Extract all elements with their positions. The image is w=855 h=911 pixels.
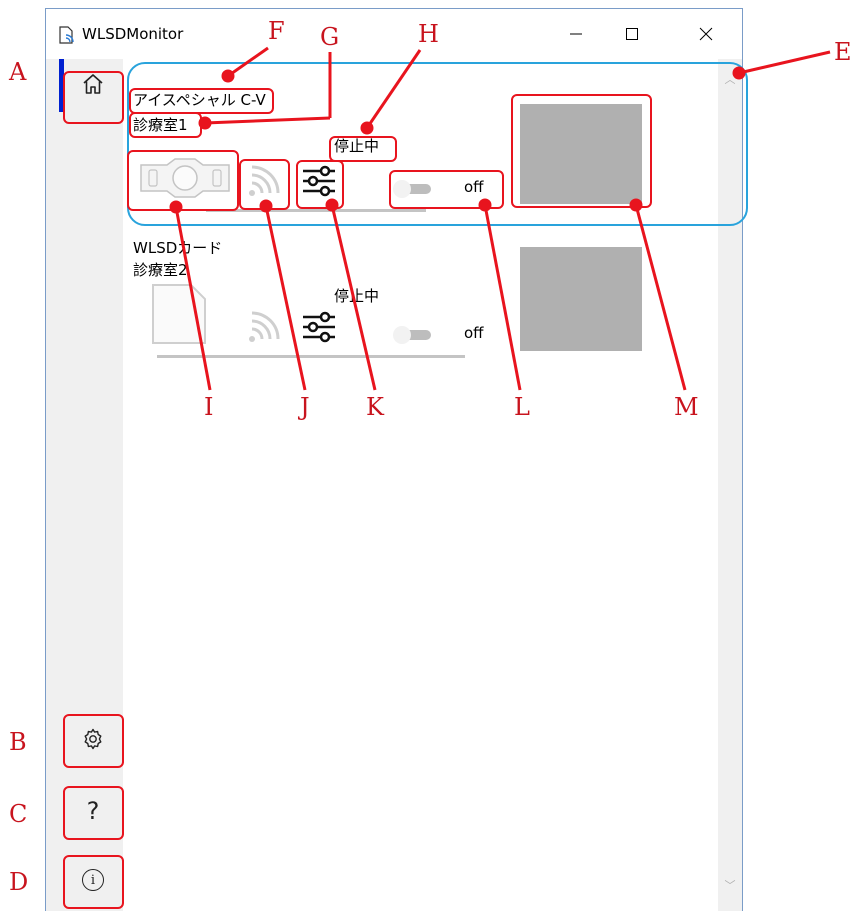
annotation-label-j: J	[300, 393, 310, 421]
annotation-label-l: L	[514, 393, 530, 421]
annotation-label-f: F	[268, 17, 285, 45]
annotation-leaders	[169, 46, 831, 391]
annotation-label-h: H	[418, 20, 439, 48]
annotation-label-d: D	[9, 868, 29, 896]
annotation-label-c: C	[9, 800, 28, 828]
annotation-label-g: G	[320, 23, 340, 51]
annotation-label-k: K	[366, 393, 384, 421]
annotation-label-b: B	[9, 728, 27, 756]
annotation-label-a: A	[9, 58, 27, 86]
annotation-label-i: I	[204, 393, 214, 421]
annotation-label-m: M	[674, 393, 699, 421]
annotation-label-e: E	[834, 38, 852, 66]
